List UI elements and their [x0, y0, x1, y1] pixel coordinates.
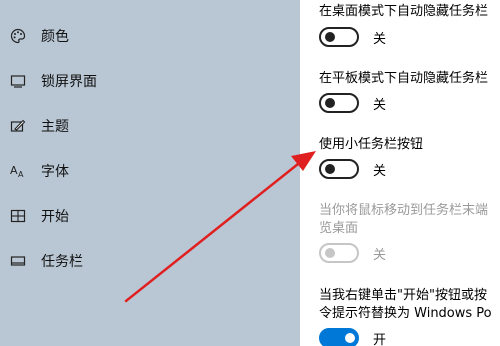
sidebar-item-taskbar[interactable]: 任务栏 [0, 241, 300, 281]
sidebar-item-fonts[interactable]: AA 字体 [0, 151, 300, 191]
taskbar-settings-panel: 在桌面模式下自动隐藏任务栏 关 在平板模式下自动隐藏任务栏 关 使用小任务栏按钮… [300, 0, 500, 346]
toggle-knob [325, 164, 335, 174]
settings-sidebar: 颜色 锁屏界面 主题 AA 字体 开始 任务栏 [0, 0, 300, 346]
toggle-knob [325, 248, 335, 258]
setting-title-auto-hide-tablet: 在平板模式下自动隐藏任务栏 [319, 71, 489, 86]
lock-screen-icon [9, 72, 27, 90]
toggle-knob [325, 98, 335, 108]
taskbar-icon [9, 252, 27, 270]
powershell-toggle[interactable] [319, 328, 359, 346]
sidebar-item-label: 开始 [41, 209, 69, 225]
auto-hide-desktop-toggle[interactable] [319, 27, 359, 47]
toggle-state-label: 关 [373, 98, 387, 113]
start-grid-icon [9, 207, 27, 225]
sidebar-item-label: 字体 [41, 164, 69, 180]
peek-toggle [319, 243, 359, 263]
sidebar-item-lock-screen[interactable]: 锁屏界面 [0, 61, 300, 101]
sidebar-item-start[interactable]: 开始 [0, 196, 300, 236]
svg-text:A: A [10, 164, 18, 177]
sidebar-item-label: 主题 [41, 119, 69, 135]
svg-text:A: A [18, 170, 24, 179]
theme-brush-icon [9, 117, 27, 135]
toggle-knob [345, 333, 355, 343]
palette-icon [9, 27, 27, 45]
toggle-state-label: 关 [373, 32, 387, 47]
toggle-state-label: 关 [373, 164, 387, 179]
sidebar-item-label: 颜色 [41, 29, 69, 45]
setting-title-peek-line1: 当你将鼠标移动到任务栏末端 [319, 203, 489, 218]
setting-title-powershell-line1: 当我右键单击"开始"按钮或按 [319, 288, 487, 303]
sidebar-item-label: 任务栏 [41, 254, 83, 270]
sidebar-item-themes[interactable]: 主题 [0, 106, 300, 146]
toggle-knob [325, 32, 335, 42]
setting-title-small-buttons: 使用小任务栏按钮 [319, 137, 424, 152]
auto-hide-tablet-toggle[interactable] [319, 93, 359, 113]
setting-title-peek-line2: 览桌面 [319, 221, 359, 236]
setting-title-auto-hide-desktop: 在桌面模式下自动隐藏任务栏 [319, 4, 489, 19]
toggle-state-label: 关 [373, 248, 387, 263]
toggle-state-label: 开 [373, 333, 387, 346]
sidebar-item-colors[interactable]: 颜色 [0, 16, 300, 56]
small-buttons-toggle[interactable] [319, 159, 359, 179]
sidebar-item-label: 锁屏界面 [41, 74, 97, 90]
setting-title-powershell-line2: 令提示符替换为 Windows Po [319, 306, 492, 321]
font-icon: AA [9, 162, 27, 180]
